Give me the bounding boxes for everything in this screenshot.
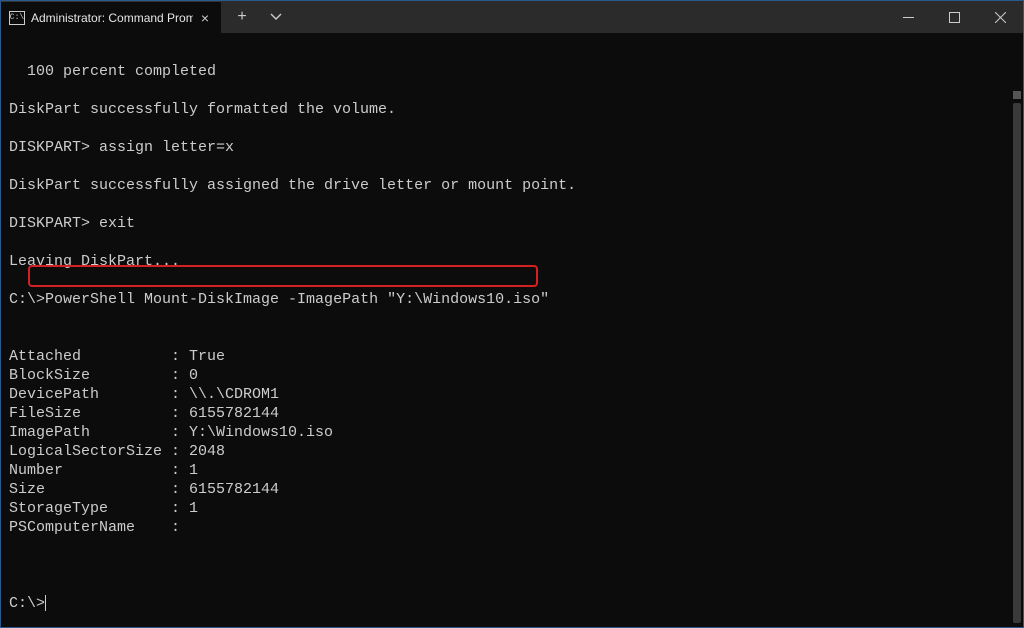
scrollbar[interactable] [1013,103,1021,623]
tabstrip: + [221,1,1023,33]
final-prompt: C:\> [9,595,45,612]
maximize-icon [949,12,960,23]
close-icon [995,12,1006,23]
terminal-output: 100 percent completed DiskPart successfu… [9,63,576,270]
close-button[interactable] [977,1,1023,33]
terminal-body[interactable]: 100 percent completed DiskPart successfu… [1,33,1023,627]
maximize-button[interactable] [931,1,977,33]
highlighted-command: PowerShell Mount-DiskImage -ImagePath "Y… [45,291,549,308]
cursor [45,595,46,611]
cmd-icon: C:\ [9,11,25,25]
minimize-button[interactable] [885,1,931,33]
active-tab[interactable]: C:\ Administrator: Command Promp × [1,1,221,33]
mount-output-table: Attached : True BlockSize : 0 DevicePath… [9,348,333,536]
window-controls [885,1,1023,33]
titlebar: C:\ Administrator: Command Promp × + [1,1,1023,33]
prompt: C:\> [9,291,45,308]
tab-dropdown-button[interactable] [261,1,291,33]
new-tab-button[interactable]: + [227,1,257,33]
tab-title: Administrator: Command Promp [31,11,193,25]
minimize-icon [903,12,914,23]
terminal-window: C:\ Administrator: Command Promp × + [0,0,1024,628]
chevron-down-icon [270,11,282,23]
tab-close-button[interactable]: × [199,10,211,26]
